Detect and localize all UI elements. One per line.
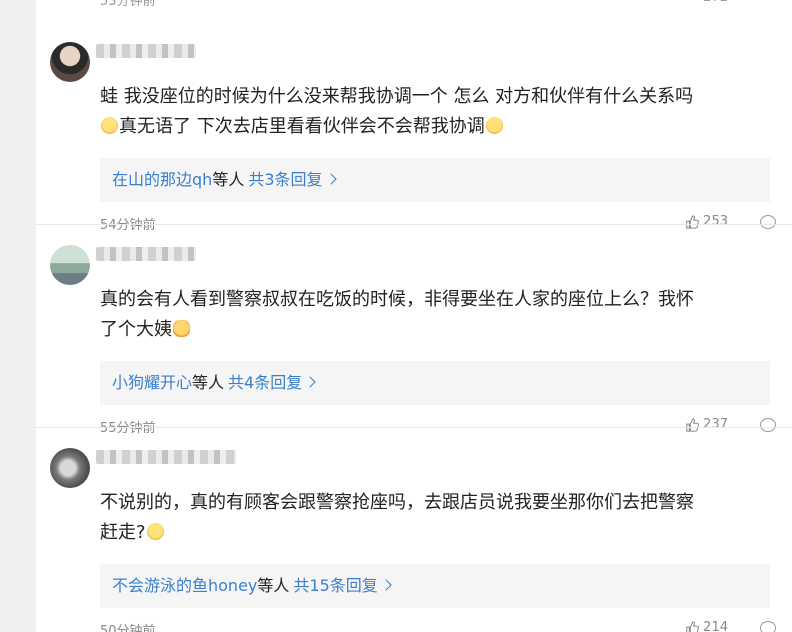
- comment-text-line: 蛙 我没座位的时候为什么没来帮我协调一个 怎么 对方和伙伴有什么关系吗: [100, 86, 694, 107]
- avatar[interactable]: [50, 245, 90, 285]
- reply-suffix: 等人: [192, 373, 225, 392]
- comment-bubble-icon[interactable]: [760, 621, 776, 632]
- previous-comment-meta: 53分钟前 272 ⌒: [100, 0, 780, 10]
- username-blurred[interactable]: [96, 450, 236, 464]
- comment-item: 蛙 我没座位的时候为什么没来帮我协调一个 怎么 对方和伙伴有什么关系吗 真无语了…: [36, 22, 792, 233]
- like-button[interactable]: 214: [685, 620, 728, 632]
- like-count: 214: [703, 620, 728, 632]
- smile-emoji-icon: [146, 523, 164, 540]
- thumb-up-icon: [686, 620, 700, 632]
- avatar[interactable]: [50, 448, 90, 488]
- reply-summary[interactable]: 不会游泳的鱼honey等人 共15条回复: [100, 564, 770, 608]
- previous-like-count[interactable]: 272: [703, 0, 728, 5]
- chevron-right-icon: [380, 579, 392, 591]
- comment-text-line: 不说别的，真的有顾客会跟警察抢座吗，去跟店员说我要坐那你们去把警察: [100, 492, 694, 513]
- username-blurred[interactable]: [96, 247, 196, 261]
- comment-text: 不说别的，真的有顾客会跟警察抢座吗，去跟店员说我要坐那你们去把警察 赶走?: [100, 488, 770, 548]
- reply-summary[interactable]: 在山的那边qh等人 共3条回复: [100, 158, 770, 202]
- cat-emoji-icon: [173, 320, 190, 337]
- chevron-right-icon: [324, 173, 337, 185]
- reply-suffix: 等人: [212, 170, 245, 189]
- comment-text-line: 真无语了 下次去店里看看伙伴会不会帮我协调: [119, 116, 485, 137]
- comment-item: 真的会有人看到警察叔叔在吃饭的时候，非得要坐在人家的座位上么？我怀 了个大姨 小…: [36, 225, 792, 436]
- smile-emoji-icon: [485, 117, 503, 134]
- reply-summary[interactable]: 小狗耀开心等人 共4条回复: [100, 361, 770, 405]
- sweat-emoji-icon: [101, 117, 118, 134]
- reply-total-link[interactable]: 共4条回复: [228, 373, 302, 392]
- reply-total-link[interactable]: 共3条回复: [248, 170, 322, 189]
- reply-suffix: 等人: [257, 576, 290, 595]
- comment-text: 真的会有人看到警察叔叔在吃饭的时候，非得要坐在人家的座位上么？我怀 了个大姨: [100, 285, 770, 345]
- chevron-right-icon: [304, 376, 316, 388]
- previous-comment-icon[interactable]: ⌒: [763, 0, 776, 9]
- comment-text: 蛙 我没座位的时候为什么没来帮我协调一个 怎么 对方和伙伴有什么关系吗 真无语了…: [100, 82, 770, 142]
- username-blurred[interactable]: [96, 44, 196, 58]
- avatar[interactable]: [50, 42, 90, 82]
- comment-text-line: 真的会有人看到警察叔叔在吃饭的时候，非得要坐在人家的座位上么？我怀: [100, 289, 694, 310]
- reply-user-link[interactable]: 小狗耀开心: [112, 373, 192, 392]
- previous-comment-time: 53分钟前: [100, 0, 156, 9]
- comment-feed: 53分钟前 272 ⌒ 蛙 我没座位的时候为什么没来帮我协调一个 怎么 对方和伙…: [36, 0, 792, 632]
- comment-time: 50分钟前: [100, 624, 156, 632]
- comment-meta: 50分钟前 214: [100, 620, 780, 632]
- comment-text-line: 了个大姨: [100, 319, 172, 340]
- comment-item: 不说别的，真的有顾客会跟警察抢座吗，去跟店员说我要坐那你们去把警察 赶走? 不会…: [36, 428, 792, 632]
- reply-user-link[interactable]: 不会游泳的鱼honey: [112, 576, 257, 595]
- reply-user-link[interactable]: 在山的那边qh: [112, 170, 212, 189]
- comment-text-line: 赶走?: [100, 522, 146, 543]
- reply-total-link[interactable]: 共15条回复: [293, 576, 377, 595]
